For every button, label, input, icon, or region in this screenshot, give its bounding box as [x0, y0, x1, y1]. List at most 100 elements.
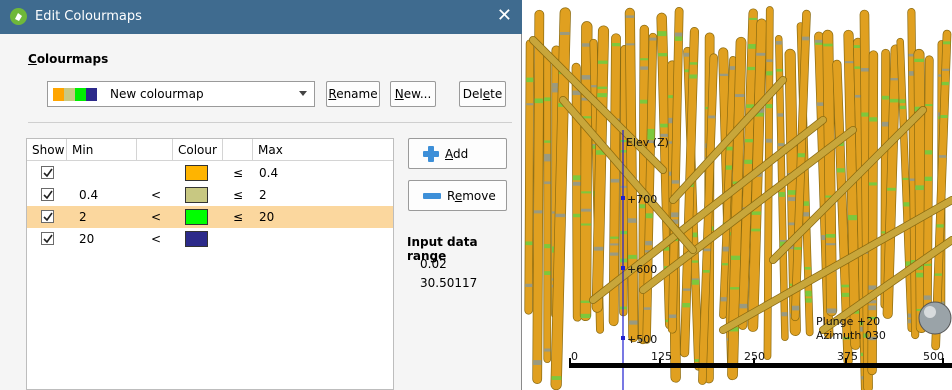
drillhole-interval [581, 191, 592, 194]
remove-button[interactable]: Remove [408, 180, 507, 211]
drillhole-interval [620, 258, 628, 263]
drillhole-interval [640, 99, 648, 104]
drillhole-interval [841, 284, 850, 288]
drillhole [580, 21, 592, 321]
delete-button[interactable]: Delete [459, 81, 506, 107]
show-checkbox[interactable] [41, 188, 54, 201]
drillhole-interval [868, 305, 877, 311]
table-row[interactable]: 0.4 < ≤2 [27, 184, 393, 206]
colour-swatch[interactable] [185, 209, 208, 225]
drillhole-interval [691, 279, 699, 285]
drillhole-interval [597, 93, 607, 98]
max-value[interactable]: 2 [259, 188, 267, 202]
table-row[interactable]: 2 < ≤20 [27, 206, 393, 228]
drillhole-interval [691, 260, 699, 263]
elevation-tick-label: +700 [627, 193, 658, 206]
elevation-tick [621, 266, 625, 270]
scale-tick-label: 500 [923, 350, 944, 363]
drillhole-interval [775, 41, 782, 45]
3d-scene-view[interactable]: Elev (Z) +700 +600 +500 Plunge +20 Azimu… [523, 0, 952, 390]
drillhole-interval [628, 320, 638, 325]
colour-swatch[interactable] [185, 231, 208, 247]
drillhole-interval [925, 104, 933, 107]
colourmap-select[interactable]: New colourmap [47, 81, 315, 107]
drillhole-interval [915, 185, 925, 190]
rename-button[interactable]: Rename [326, 81, 380, 107]
drillhole-scene [524, 6, 952, 390]
drillhole-interval [725, 165, 732, 170]
drillhole-interval [934, 273, 942, 276]
drillhole-interval [942, 68, 950, 71]
app-logo-icon [10, 8, 27, 25]
drillhole-interval [735, 94, 745, 97]
drillhole-interval [610, 236, 619, 239]
drillhole-interval [805, 298, 812, 303]
table-header: Show Min Colour Max [27, 139, 393, 161]
drillhole-interval [555, 213, 566, 218]
drillhole-interval [823, 43, 833, 47]
drillhole-interval [544, 271, 551, 276]
drillhole-interval [640, 58, 649, 61]
show-checkbox[interactable] [41, 210, 54, 223]
close-icon[interactable]: ✕ [497, 6, 512, 26]
colour-swatch[interactable] [185, 165, 208, 181]
drillhole-interval [610, 252, 619, 256]
max-value[interactable]: 20 [259, 210, 274, 224]
drillhole-interval [572, 92, 581, 96]
drillhole-interval [766, 71, 773, 76]
drillhole-interval [525, 283, 533, 287]
drillhole-interval [881, 95, 890, 100]
colourmaps-section-label: Colourmaps [28, 52, 109, 66]
drillhole-interval [804, 266, 811, 270]
elevation-axis-label: Elev (Z) [626, 136, 669, 149]
drillhole-interval [941, 81, 949, 86]
colourmap-table: Show Min Colour Max ≤0.4 0.4 < ≤2 2 < ≤20 20 < [26, 138, 394, 390]
table-row[interactable]: ≤0.4 [27, 162, 393, 184]
min-value[interactable]: 2 [79, 210, 87, 224]
drillhole-interval [805, 290, 812, 296]
add-button[interactable]: Add [408, 138, 507, 169]
drillhole-interval [544, 348, 551, 352]
plunge-label: Plunge +20 [816, 315, 881, 328]
drillhole-interval [689, 62, 698, 65]
drillhole-interval [534, 210, 543, 214]
drillhole-interval [620, 185, 628, 188]
dialog-title: Edit Colourmaps [35, 9, 142, 24]
drillhole-interval [744, 159, 753, 164]
drillhole-interval [889, 98, 899, 103]
new-button[interactable]: New... [390, 81, 436, 107]
drillhole-interval [645, 213, 653, 219]
drillhole [572, 63, 582, 321]
max-value[interactable]: 0.4 [259, 166, 278, 180]
drillhole-interval [751, 211, 761, 215]
chevron-down-icon[interactable] [299, 91, 307, 96]
drillhole-interval [674, 36, 683, 41]
table-row[interactable]: 20 < [27, 228, 393, 250]
drillhole-interval [597, 60, 608, 64]
drillhole-interval [580, 300, 591, 304]
elevation-tick [621, 196, 625, 200]
drillhole-interval [544, 140, 551, 143]
drillhole-interval [611, 42, 621, 47]
colour-swatch[interactable] [185, 187, 208, 203]
drillhole-interval [643, 307, 651, 310]
min-value[interactable]: 0.4 [79, 188, 98, 202]
drillhole-interval [703, 248, 711, 252]
drillhole-interval [625, 15, 635, 18]
show-checkbox[interactable] [41, 232, 54, 245]
drillhole-interval [781, 312, 788, 317]
drillhole-interval [682, 302, 690, 308]
drillhole-interval [682, 288, 691, 291]
drillhole-interval [544, 244, 551, 249]
drillhole-interval [544, 157, 551, 162]
drillhole-interval [671, 180, 680, 184]
show-checkbox[interactable] [41, 166, 54, 179]
drillhole-interval [826, 308, 837, 314]
scale-tick-label: 125 [651, 350, 672, 363]
drillhole-interval [580, 223, 591, 226]
drillhole-interval [610, 243, 619, 246]
drillhole-interval [765, 104, 773, 109]
drillhole-interval [890, 78, 900, 81]
min-operator: < [151, 232, 162, 246]
min-value[interactable]: 20 [79, 232, 94, 246]
